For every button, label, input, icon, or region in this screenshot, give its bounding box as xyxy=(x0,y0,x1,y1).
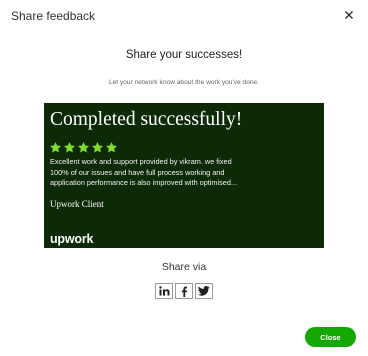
close-icon[interactable] xyxy=(342,8,356,22)
star-icon xyxy=(105,141,118,153)
feedback-card: Completed successfully! Excellent work a… xyxy=(44,103,324,248)
share-via-label: Share via xyxy=(161,261,207,273)
quote-line: application performance is also improved… xyxy=(50,178,237,187)
star-icon xyxy=(91,141,104,153)
facebook-icon xyxy=(181,286,187,297)
star-icon xyxy=(63,141,76,153)
close-button[interactable]: Close xyxy=(305,327,356,347)
star-icon xyxy=(77,141,90,153)
star-rating xyxy=(49,141,118,154)
helper-text: Let your network know about the work you… xyxy=(108,79,260,86)
share-heading: Share your successes! xyxy=(125,49,243,61)
share-buttons xyxy=(155,283,213,299)
twitter-icon xyxy=(198,286,210,296)
linkedin-icon xyxy=(158,286,169,296)
quote-line: 100% of our issues and have full process… xyxy=(50,167,225,177)
star-icon xyxy=(49,141,62,153)
share-facebook-button[interactable] xyxy=(175,283,193,299)
card-headline: Completed successfully! xyxy=(50,109,243,130)
quote-line: Excellent work and support provided by v… xyxy=(50,157,232,166)
share-feedback-dialog: Share feedback Share your successes! Let… xyxy=(0,0,368,356)
card-author: Upwork Client xyxy=(50,199,104,209)
share-linkedin-button[interactable] xyxy=(155,283,173,299)
card-quote: Excellent work and support provided by v… xyxy=(50,157,312,189)
dialog-title: Share feedback xyxy=(11,9,96,23)
upwork-logo: upwork xyxy=(50,232,94,246)
share-twitter-button[interactable] xyxy=(195,283,213,299)
